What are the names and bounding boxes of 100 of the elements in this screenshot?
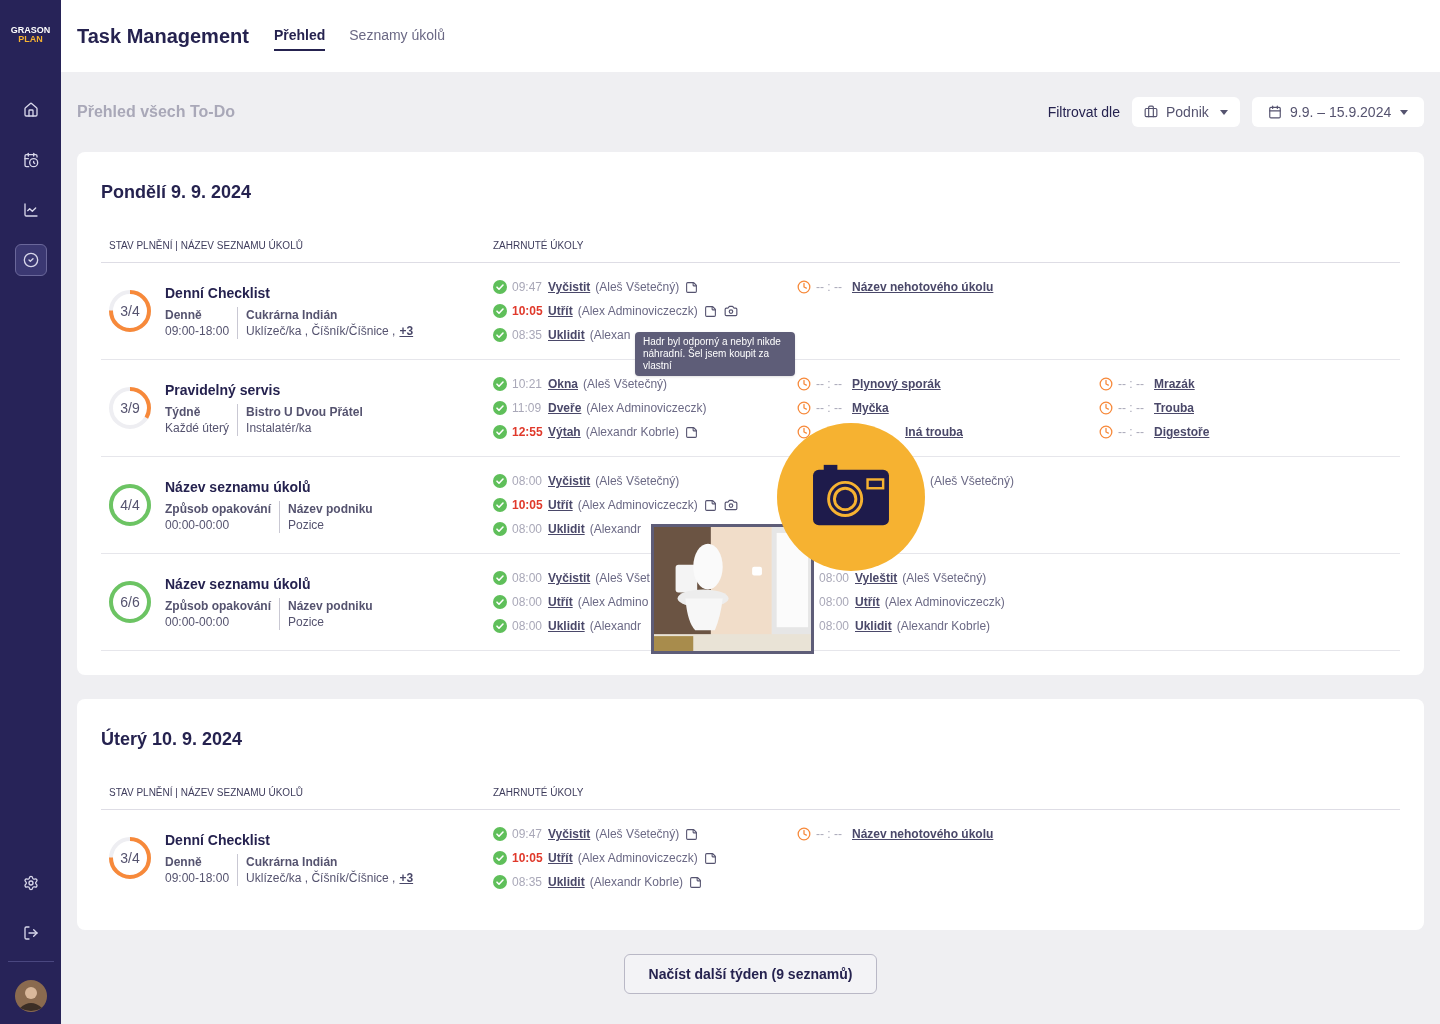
- task-link[interactable]: Utřít: [855, 593, 880, 611]
- task-time: 12:55: [512, 424, 544, 441]
- settings-icon[interactable]: [22, 875, 39, 891]
- positions: Instalatér/ka: [246, 420, 312, 436]
- recurrence: Způsob opakování: [165, 501, 271, 517]
- task-assignee: (Aleš Všet: [595, 570, 650, 587]
- task-time: -- : --: [1118, 424, 1145, 441]
- task-time: -- : --: [1118, 376, 1145, 393]
- date-dropdown[interactable]: 9.9. – 15.9.2024: [1252, 97, 1424, 127]
- task-link[interactable]: Trouba: [1154, 399, 1194, 417]
- list-title[interactable]: Pravidelný servis: [165, 380, 363, 400]
- tooltip: Hadr byl odporný a nebyl nikde náhradní. Šel jsem koupit za vlastní: [635, 332, 795, 376]
- task-time: -- : --: [1118, 400, 1145, 417]
- home-icon: [22, 102, 39, 118]
- column-header: STAV PLNĚNÍ | NÁZEV SEZNAMU ÚKOLŮ: [108, 238, 304, 253]
- camera-icon[interactable]: [723, 498, 738, 512]
- more-link[interactable]: +3: [399, 323, 414, 339]
- list-title[interactable]: Název seznamu úkolů: [165, 574, 373, 594]
- task-link[interactable]: Název nehotového úkolu: [852, 278, 994, 296]
- hours: Každé úterý: [165, 420, 230, 436]
- note-icon[interactable]: [685, 827, 699, 841]
- task-assignee: (Alex Adminoviczeczk): [884, 594, 1005, 611]
- day-title: Pondělí 9. 9. 2024: [101, 181, 253, 204]
- hours: 09:00-18:00: [165, 323, 230, 339]
- app-title: Task Management: [77, 24, 249, 49]
- task-assignee: (Alexandr: [589, 521, 642, 538]
- nav-button[interactable]: [14, 244, 47, 276]
- filter-label: Filtrovat dle: [1047, 102, 1120, 122]
- task-link[interactable]: Plynový sporák: [852, 375, 941, 393]
- progress-count: 4/4: [120, 495, 140, 515]
- task-time: 10:05: [512, 497, 544, 514]
- task-time: 09:47: [512, 826, 544, 843]
- more-link[interactable]: +3: [399, 870, 414, 886]
- task-assignee: (Aleš Všetečný): [595, 826, 680, 843]
- task-link[interactable]: Vyčistit: [548, 825, 591, 843]
- task-assignee: (Alex Adminoviczeczk): [586, 400, 707, 417]
- hours: 00:00-00:00: [165, 614, 231, 630]
- list-title[interactable]: Denní Checklist: [165, 830, 414, 850]
- task-assignee: (Aleš Všetečný): [583, 376, 668, 393]
- task-link[interactable]: Uklidit: [548, 617, 585, 635]
- task-time: 08:00: [512, 473, 544, 490]
- task-time: 10:05: [512, 850, 544, 867]
- note-icon[interactable]: [703, 304, 717, 318]
- task-assignee: (Alex Adminoviczeczk): [577, 303, 698, 320]
- note-icon[interactable]: [685, 425, 699, 439]
- task-link[interactable]: Vyčistit: [548, 472, 591, 490]
- business-name: Cukrárna Indián: [246, 854, 339, 870]
- list-title[interactable]: Denní Checklist: [165, 283, 414, 303]
- task-assignee: (Alex Adminoviczeczk): [577, 497, 698, 514]
- hours: 09:00-18:00: [165, 870, 230, 886]
- task-link[interactable]: Výtah: [548, 423, 581, 441]
- task-link[interactable]: Vyčistit: [548, 278, 591, 296]
- load-more-button[interactable]: Načíst další týden (9 seznamů): [623, 954, 878, 994]
- chart-icon: [22, 202, 39, 218]
- progress-count: 6/6: [120, 592, 140, 612]
- task-time: 08:35: [512, 874, 544, 891]
- task-link[interactable]: Vyleštit: [855, 569, 898, 587]
- positions: Pozice: [288, 517, 325, 533]
- task-link[interactable]: lná trouba: [905, 423, 963, 441]
- note-icon[interactable]: [685, 280, 699, 294]
- task-assignee: (Aleš Všetečný): [595, 473, 680, 490]
- task-assignee: (Aleš Všetečný): [595, 279, 680, 296]
- page-heading: Přehled všech To-Do: [77, 102, 235, 122]
- tab[interactable]: Seznamy úkolů: [349, 21, 445, 51]
- task-link[interactable]: Utřít: [548, 496, 573, 514]
- caret-icon: [1400, 109, 1408, 115]
- task-link[interactable]: Utřít: [548, 302, 573, 320]
- task-assignee: (Alexandr Kobrle): [589, 874, 684, 891]
- task-link[interactable]: Myčka: [852, 399, 889, 417]
- task-link[interactable]: Uklidit: [855, 617, 892, 635]
- task-link[interactable]: Utřít: [548, 849, 573, 867]
- list-title[interactable]: Název seznamu úkolů: [165, 477, 373, 497]
- task-link[interactable]: Uklidit: [548, 326, 585, 344]
- tab[interactable]: Přehled: [273, 21, 326, 51]
- task-link[interactable]: Vyčistit: [548, 569, 591, 587]
- business-dropdown[interactable]: Podnik: [1132, 97, 1240, 127]
- avatar[interactable]: [14, 980, 47, 1012]
- column-header: ZAHRNUTÉ ÚKOLY: [493, 238, 584, 253]
- business-name: Bistro U Dvou Přátel: [246, 404, 363, 420]
- task-link[interactable]: Digestoře: [1154, 423, 1210, 441]
- note-icon[interactable]: [689, 875, 703, 889]
- task-link[interactable]: Utřít: [548, 593, 573, 611]
- task-link[interactable]: Dveře: [548, 399, 582, 417]
- positions: Uklízeč/ka , Číšník/Číšnice ,: [246, 323, 396, 339]
- task-assignee: (Alexan: [589, 327, 631, 344]
- task-link[interactable]: Uklidit: [548, 520, 585, 538]
- task-link[interactable]: Okna: [548, 375, 578, 393]
- task-time: 08:00: [819, 594, 851, 611]
- recurrence: Týdně: [165, 404, 202, 420]
- task-link[interactable]: Uklidit: [548, 873, 585, 891]
- note-icon[interactable]: [703, 851, 717, 865]
- logout-icon[interactable]: [22, 925, 39, 941]
- task-time: 08:00: [512, 594, 544, 611]
- calendar-icon: [22, 152, 39, 168]
- note-icon[interactable]: [703, 498, 717, 512]
- task-link[interactable]: Mrazák: [1154, 375, 1195, 393]
- task-time: 10:21: [512, 376, 544, 393]
- task-link[interactable]: Název nehotového úkolu: [852, 825, 994, 843]
- camera-icon[interactable]: [723, 304, 738, 318]
- column-header: STAV PLNĚNÍ | NÁZEV SEZNAMU ÚKOLŮ: [108, 785, 304, 800]
